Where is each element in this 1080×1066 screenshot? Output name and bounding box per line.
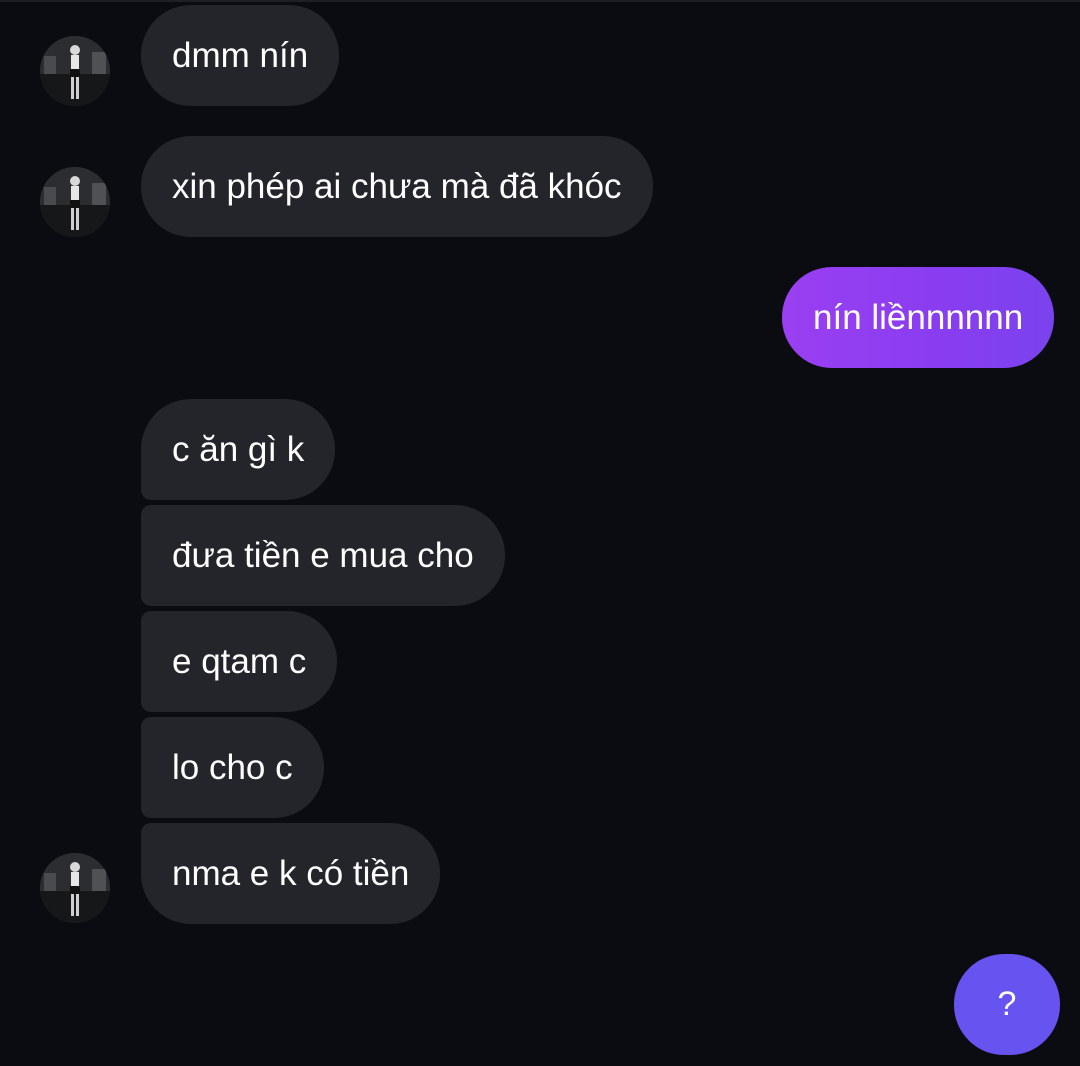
incoming-message-bubble[interactable]: đưa tiền e mua cho: [141, 505, 505, 606]
message-text: nín liềnnnnnn: [813, 297, 1024, 337]
message-text: lo cho c: [172, 747, 293, 787]
message-text: ?: [997, 985, 1017, 1023]
incoming-message-bubble[interactable]: e qtam c: [141, 611, 338, 712]
incoming-message-bubble[interactable]: nma e k có tiền: [141, 823, 441, 924]
message-text: dmm nín: [172, 35, 309, 75]
message-text: xin phép ai chưa mà đã khóc: [172, 166, 622, 206]
incoming-message-bubble[interactable]: lo cho c: [141, 717, 324, 818]
contact-avatar-icon[interactable]: [40, 167, 110, 237]
outgoing-message-bubble[interactable]: nín liềnnnnnn: [782, 267, 1055, 368]
incoming-message-bubble[interactable]: xin phép ai chưa mà đã khóc: [141, 136, 653, 237]
incoming-message-bubble[interactable]: c ăn gì k: [141, 399, 336, 500]
message-text: c ăn gì k: [172, 429, 305, 469]
message-text: đưa tiền e mua cho: [172, 535, 474, 575]
top-divider: [0, 0, 1080, 2]
contact-avatar-icon[interactable]: [40, 36, 110, 106]
outgoing-message-bubble[interactable]: ?: [954, 954, 1060, 1055]
message-text: nma e k có tiền: [172, 853, 410, 893]
incoming-message-bubble[interactable]: dmm nín: [141, 5, 340, 106]
message-text: e qtam c: [172, 641, 307, 681]
contact-avatar-icon[interactable]: [40, 853, 110, 923]
